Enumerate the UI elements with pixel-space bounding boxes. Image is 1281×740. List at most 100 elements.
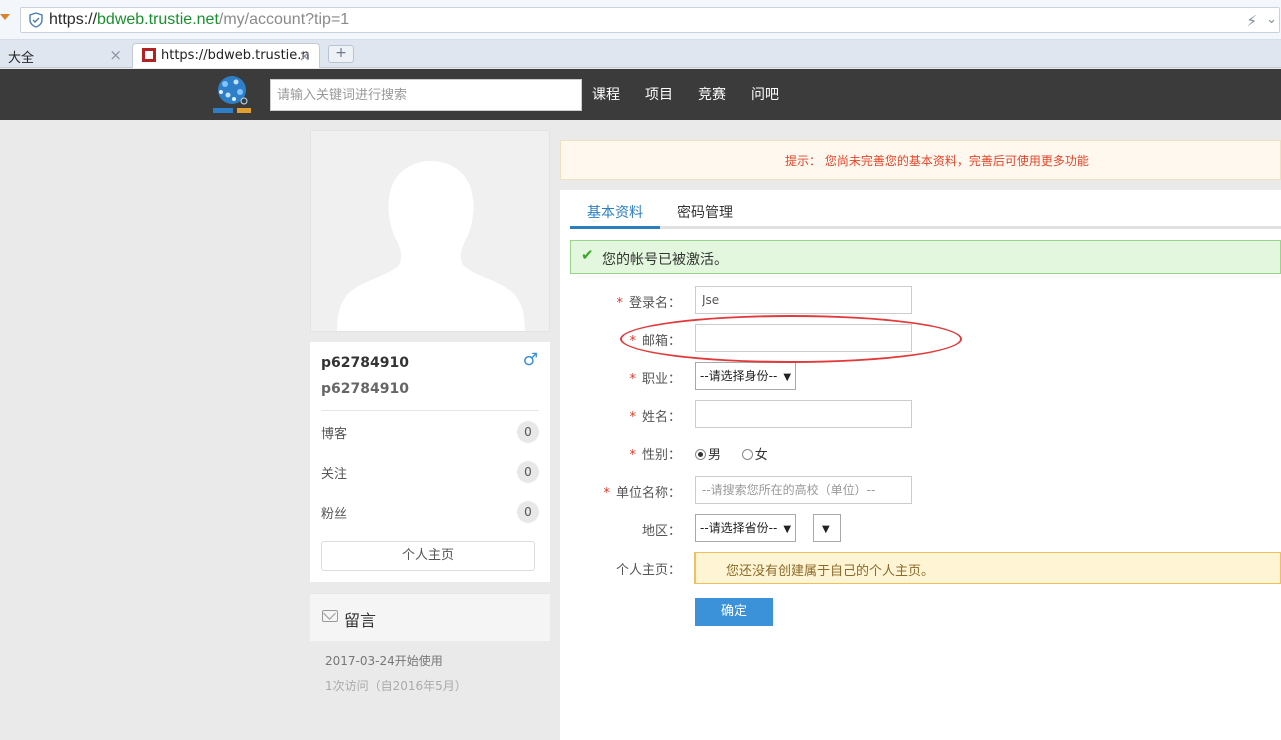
form-row-gender: * 性别： 男 女 <box>560 438 1281 468</box>
dropdown-arrow-icon: ▼ <box>783 524 792 535</box>
bigdata-edu-logo[interactable] <box>210 73 256 117</box>
required-mark: * <box>629 334 636 349</box>
url-path: /my/account?tip=1 <box>218 11 350 28</box>
email-field[interactable] <box>695 324 912 352</box>
search-input[interactable] <box>270 79 582 111</box>
close-icon[interactable]: × <box>298 47 311 65</box>
gender-male-label[interactable]: 男 <box>708 448 721 463</box>
success-alert: ✔ 您的帐号已被激活。 <box>570 240 1281 274</box>
required-mark: * <box>629 372 636 387</box>
required-mark: * <box>629 448 636 463</box>
active-tab-indicator <box>570 226 660 229</box>
form-row-name: * 姓名： <box>560 400 1281 430</box>
realname-label: * 姓名： <box>629 406 681 425</box>
tab-basic-info[interactable]: 基本资料 <box>587 202 643 222</box>
confirm-button[interactable]: 确定 <box>695 598 773 626</box>
personal-homepage-button[interactable]: 个人主页 <box>321 541 535 571</box>
province-select[interactable]: --请选择省份-- ▼ <box>695 514 797 542</box>
job-label: * 职业： <box>629 368 681 387</box>
label-text: 登录名： <box>628 296 681 311</box>
account-panel: 基本资料 密码管理 ✔ 您的帐号已被激活。 * 登录名： * 邮箱： * 职业： --… <box>560 190 1281 740</box>
browser-address-bar: https://bdweb.trustie.net/my/account?tip… <box>0 0 1281 40</box>
main-nav: 课程 项目 竞赛 问吧 <box>592 84 804 104</box>
user-name[interactable]: p62784910 <box>321 355 409 371</box>
email-label: * 邮箱： <box>629 330 681 349</box>
form-row-org: * 单位名称： <box>560 476 1281 506</box>
chevron-down-icon[interactable]: ⌄ <box>1266 12 1277 27</box>
male-gender-icon: ♂ <box>522 350 538 370</box>
homepage-notice-text: 您还没有创建属于自己的个人主页。 <box>726 564 935 579</box>
gender-female-radio[interactable] <box>741 449 753 460</box>
check-icon: ✔ <box>581 246 594 264</box>
message-icon <box>322 610 338 622</box>
gender-options: 男 女 <box>695 444 768 463</box>
message-title: 留言 <box>344 611 377 630</box>
province-select-value: --请选择省份-- <box>700 521 778 535</box>
form-row-email: * 邮箱： <box>560 324 1281 354</box>
label-text: 职业： <box>641 372 681 387</box>
site-header: 课程 项目 竞赛 问吧 <box>0 69 1281 120</box>
browser-tab-active[interactable]: https://bdweb.trustie.n × <box>132 43 320 68</box>
message-section-header: 留言 <box>310 593 550 641</box>
close-icon[interactable]: × <box>109 46 122 64</box>
required-mark: * <box>616 296 623 311</box>
stat-label: 博客 <box>321 427 348 442</box>
stat-label: 粉丝 <box>321 507 348 522</box>
tab-title: 大全 <box>8 51 35 66</box>
realname-field[interactable] <box>695 400 912 428</box>
nav-forum[interactable]: 问吧 <box>751 84 779 104</box>
stat-count: 0 <box>517 501 539 523</box>
nav-courses[interactable]: 课程 <box>592 84 620 104</box>
homepage-label: 个人主页： <box>615 563 681 578</box>
label-text: 邮箱： <box>641 334 681 349</box>
job-select[interactable]: --请选择身份-- ▼ <box>695 362 797 390</box>
tab-password[interactable]: 密码管理 <box>677 202 733 222</box>
user-card: p62784910 ♂ p62784910 博客 0 关注 0 粉丝 0 个人主… <box>310 342 550 582</box>
job-select-value: --请选择身份-- <box>700 369 778 383</box>
browser-tab[interactable]: 大全 × <box>0 43 128 68</box>
since-date: 2017-03-24开始使用 <box>325 654 443 668</box>
secure-shield-icon <box>29 12 43 28</box>
site-favicon-icon <box>142 48 156 62</box>
account-tabs: 基本资料 密码管理 <box>570 190 1281 229</box>
label-text: 姓名： <box>641 410 681 425</box>
url-scheme: https:// <box>49 11 98 28</box>
org-field[interactable] <box>695 476 912 504</box>
lightning-icon[interactable]: ⚡ <box>1246 12 1257 30</box>
tip-banner: 提示： 您尚未完善您的基本资料，完善后可使用更多功能 <box>560 140 1281 180</box>
stat-count: 0 <box>517 461 539 483</box>
gender-female-label[interactable]: 女 <box>755 448 768 463</box>
nav-contests[interactable]: 竞赛 <box>698 84 726 104</box>
stat-label: 关注 <box>321 467 348 482</box>
label-text: 单位名称： <box>615 486 681 501</box>
stat-followers[interactable]: 粉丝 0 <box>321 501 539 523</box>
label-text: 性别： <box>641 448 681 463</box>
org-label: * 单位名称： <box>603 482 681 501</box>
nav-projects[interactable]: 项目 <box>645 84 673 104</box>
tip-text: 提示： 您尚未完善您的基本资料，完善后可使用更多功能 <box>785 154 1089 168</box>
region-label: 地区： <box>641 524 681 539</box>
gender-male-radio[interactable] <box>695 449 706 460</box>
default-avatar-silhouette-icon <box>337 161 525 331</box>
form-row-job: * 职业： --请选择身份-- ▼ <box>560 362 1281 392</box>
new-tab-button[interactable]: + <box>328 45 354 63</box>
user-login: p62784910 <box>321 381 409 397</box>
browser-tab-bar: 大全 × https://bdweb.trustie.n × + <box>0 40 1281 68</box>
avatar[interactable] <box>310 130 550 332</box>
tab-title: https://bdweb.trustie.n <box>161 48 310 63</box>
dropdown-arrow-icon[interactable] <box>0 14 10 20</box>
url-host: bdweb.trustie.net <box>97 11 219 28</box>
login-field[interactable] <box>695 286 912 314</box>
success-text: 您的帐号已被激活。 <box>602 252 728 268</box>
stat-blog[interactable]: 博客 0 <box>321 421 539 443</box>
required-mark: * <box>629 410 636 425</box>
divider <box>321 410 539 411</box>
url-text: https://bdweb.trustie.net/my/account?tip… <box>49 11 349 29</box>
url-field[interactable]: https://bdweb.trustie.net/my/account?tip… <box>20 7 1280 33</box>
required-mark: * <box>603 486 610 501</box>
form-row-region: 地区： --请选择省份-- ▼ ▼ <box>560 514 1281 544</box>
stat-following[interactable]: 关注 0 <box>321 461 539 483</box>
login-label: * 登录名： <box>616 292 681 311</box>
form-row-homepage: 个人主页： 您还没有创建属于自己的个人主页。 <box>560 552 1281 586</box>
city-select[interactable]: ▼ <box>813 514 841 542</box>
